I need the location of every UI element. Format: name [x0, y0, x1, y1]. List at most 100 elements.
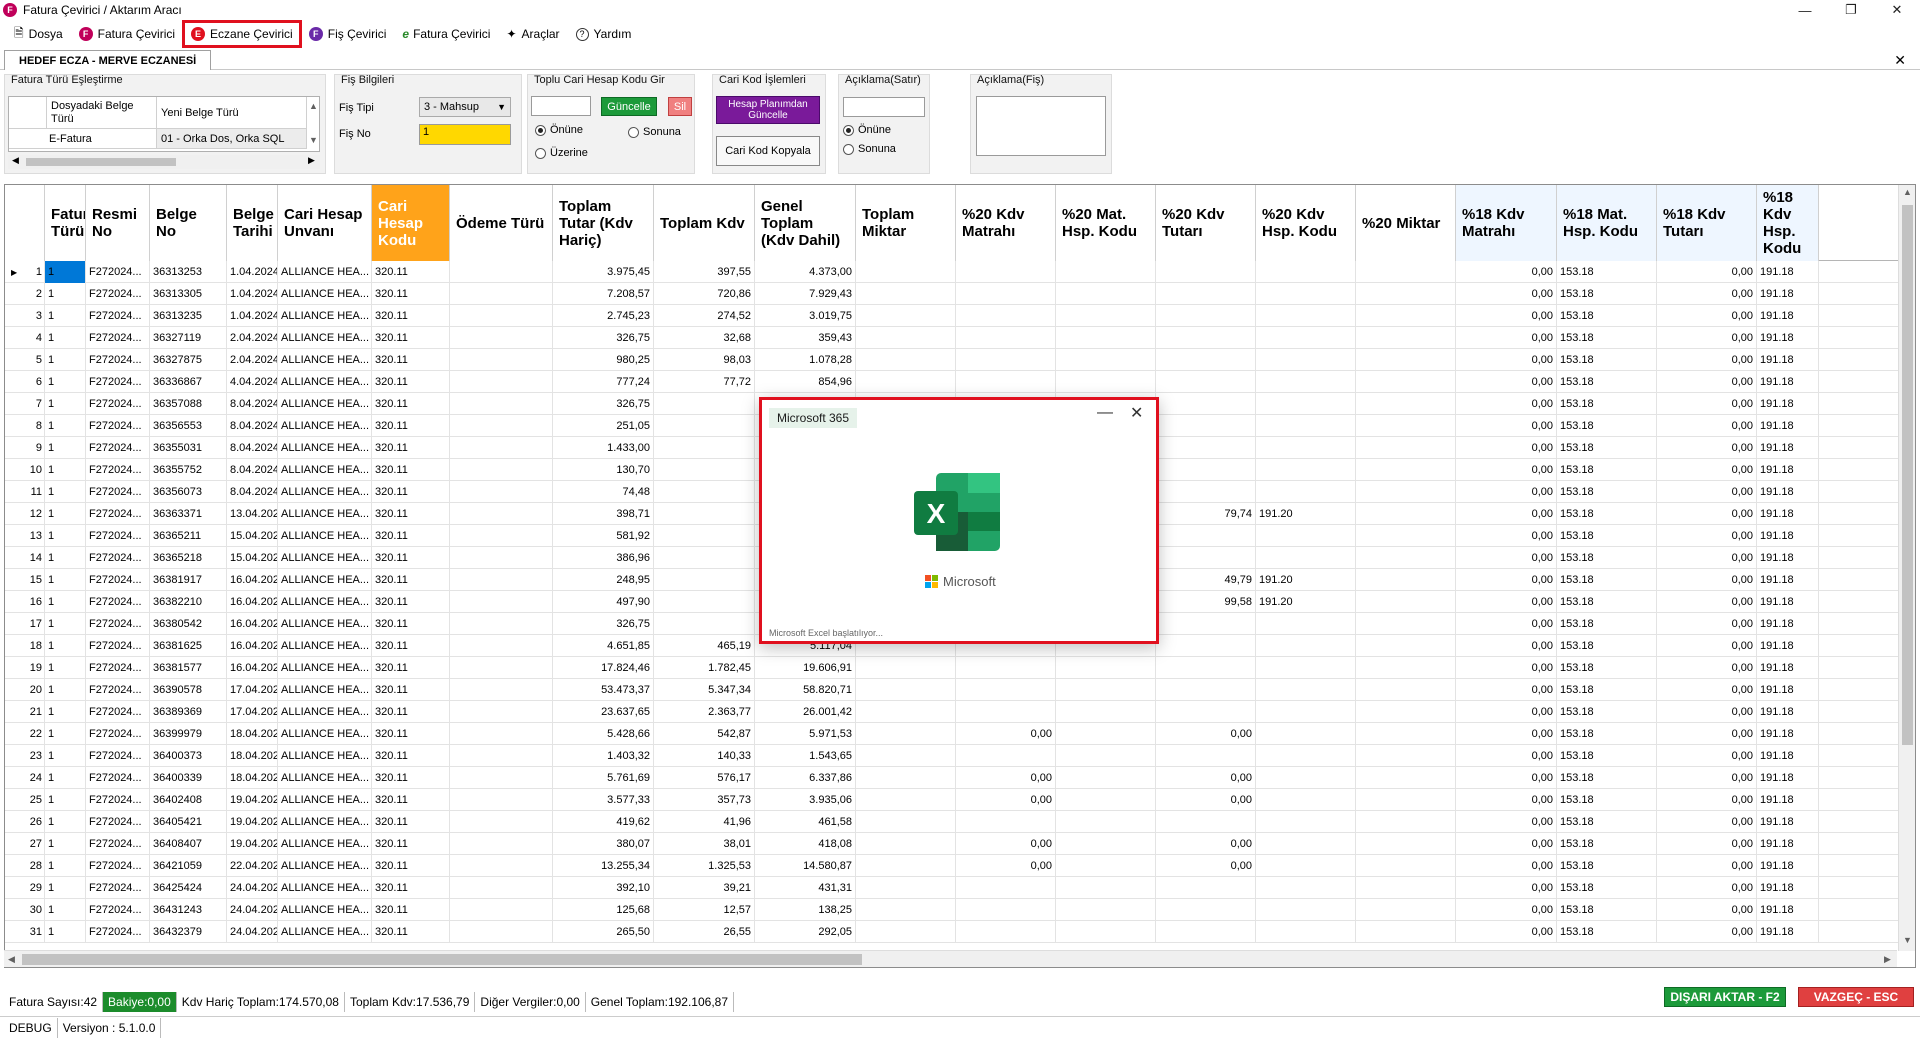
table-cell[interactable] [1356, 437, 1456, 459]
table-cell[interactable]: 191.20 [1256, 591, 1356, 613]
table-cell[interactable]: 980,25 [553, 349, 654, 371]
table-cell[interactable]: F272024... [86, 371, 150, 393]
table-cell[interactable] [856, 767, 956, 789]
table-cell[interactable] [1156, 745, 1256, 767]
table-cell[interactable]: 398,71 [553, 503, 654, 525]
table-cell[interactable]: ALLIANCE HEA... [278, 437, 372, 459]
table-cell[interactable] [1056, 679, 1156, 701]
table-cell[interactable] [654, 547, 755, 569]
table-cell[interactable]: 36405421 [150, 811, 227, 833]
table-cell[interactable] [1356, 547, 1456, 569]
table-cell[interactable] [1356, 261, 1456, 283]
table-cell[interactable] [1256, 283, 1356, 305]
menu-dosya[interactable]: 🗎 Dosya [8, 23, 69, 45]
table-cell[interactable]: F272024... [86, 437, 150, 459]
table-cell[interactable]: 22.04.2024 [227, 855, 278, 877]
table-cell[interactable]: ALLIANCE HEA... [278, 833, 372, 855]
table-cell[interactable]: F272024... [86, 591, 150, 613]
table-cell[interactable]: 1 [45, 613, 86, 635]
table-cell[interactable] [450, 349, 553, 371]
table-cell[interactable]: 320.11 [372, 613, 450, 635]
table-cell[interactable]: 320.11 [372, 921, 450, 943]
table-cell[interactable] [1356, 569, 1456, 591]
table-cell[interactable] [1356, 415, 1456, 437]
table-cell[interactable]: 138,25 [755, 899, 856, 921]
table-cell[interactable] [1156, 525, 1256, 547]
table-cell[interactable]: 326,75 [553, 327, 654, 349]
guncelle-button[interactable]: Güncelle [601, 97, 657, 116]
table-cell[interactable]: 0,00 [1456, 569, 1557, 591]
table-cell[interactable]: 2.363,77 [654, 701, 755, 723]
table-cell[interactable]: 19.04.2024 [227, 811, 278, 833]
table-cell[interactable] [856, 899, 956, 921]
table-cell[interactable]: 5.971,53 [755, 723, 856, 745]
table-cell[interactable] [1156, 635, 1256, 657]
table-cell[interactable]: 1 [45, 437, 86, 459]
table-cell[interactable]: 0,00 [1657, 327, 1757, 349]
table-cell[interactable]: 0,00 [1456, 679, 1557, 701]
table-cell[interactable]: 0,00 [1456, 745, 1557, 767]
table-cell[interactable]: 1 [45, 349, 86, 371]
scroll-down-icon[interactable]: ▼ [309, 135, 318, 145]
mini-grid-hscroll[interactable]: ◀ ▶ [8, 155, 320, 169]
table-cell[interactable]: 153.18 [1557, 921, 1657, 943]
table-cell[interactable]: 49,79 [1156, 569, 1256, 591]
table-cell[interactable] [1056, 855, 1156, 877]
table-cell[interactable]: 292,05 [755, 921, 856, 943]
table-cell[interactable]: 0,00 [1156, 833, 1256, 855]
table-cell[interactable]: 36425424 [150, 877, 227, 899]
table-cell[interactable]: 0,00 [1657, 811, 1757, 833]
table-cell[interactable]: 153.18 [1557, 613, 1657, 635]
table-cell[interactable]: 320.11 [372, 657, 450, 679]
fis-tipi-select[interactable]: 3 - Mahsup ▼ [419, 97, 511, 117]
table-cell[interactable]: 17.04.2024 [227, 701, 278, 723]
table-cell[interactable]: 0,00 [1456, 855, 1557, 877]
table-cell[interactable]: 26,55 [654, 921, 755, 943]
table-cell[interactable] [956, 283, 1056, 305]
table-cell[interactable]: 36402408 [150, 789, 227, 811]
table-cell[interactable] [1156, 811, 1256, 833]
table-cell[interactable]: 15.04.2024 [227, 547, 278, 569]
table-cell[interactable]: F272024... [86, 569, 150, 591]
table-cell[interactable]: 0,00 [1156, 855, 1256, 877]
table-cell[interactable] [1056, 899, 1156, 921]
table-cell[interactable]: 274,52 [654, 305, 755, 327]
table-cell[interactable]: 36389369 [150, 701, 227, 723]
table-cell[interactable]: 98,03 [654, 349, 755, 371]
table-cell[interactable]: ALLIANCE HEA... [278, 855, 372, 877]
table-cell[interactable] [1056, 327, 1156, 349]
table-cell[interactable]: 380,07 [553, 833, 654, 855]
table-cell[interactable]: 36365218 [150, 547, 227, 569]
table-cell[interactable]: 0,00 [1456, 723, 1557, 745]
column-header[interactable]: Genel Toplam (Kdv Dahil) [755, 185, 856, 261]
table-cell[interactable] [1356, 613, 1456, 635]
table-cell[interactable]: 153.18 [1557, 855, 1657, 877]
table-row[interactable]: 2 1 F272024... 36313305 1.04.2024 ALLIANCE HE… [5, 283, 1915, 305]
table-cell[interactable] [1256, 811, 1356, 833]
table-cell[interactable]: ALLIANCE HEA... [278, 547, 372, 569]
table-cell[interactable]: F272024... [86, 393, 150, 415]
table-cell[interactable]: 431,31 [755, 877, 856, 899]
table-cell[interactable]: 0,00 [1156, 789, 1256, 811]
table-cell[interactable] [1256, 525, 1356, 547]
table-cell[interactable]: 1 [45, 261, 86, 283]
aciklama-satir-input[interactable] [843, 97, 925, 117]
table-cell[interactable]: 5.761,69 [553, 767, 654, 789]
table-cell[interactable]: 0,00 [1657, 525, 1757, 547]
table-cell[interactable]: 36355031 [150, 437, 227, 459]
table-cell[interactable] [1256, 261, 1356, 283]
table-cell[interactable] [450, 833, 553, 855]
table-cell[interactable]: 153.18 [1557, 701, 1657, 723]
column-header[interactable]: Toplam Miktar [856, 185, 956, 261]
table-cell[interactable]: 0,00 [1657, 657, 1757, 679]
close-icon[interactable]: ✕ [1874, 0, 1920, 20]
table-cell[interactable]: ALLIANCE HEA... [278, 327, 372, 349]
table-cell[interactable] [956, 701, 1056, 723]
table-cell[interactable] [654, 481, 755, 503]
table-cell[interactable]: 320.11 [372, 393, 450, 415]
table-cell[interactable]: 16.04.2024 [227, 613, 278, 635]
table-cell[interactable]: 0,00 [1657, 591, 1757, 613]
table-cell[interactable]: 251,05 [553, 415, 654, 437]
column-header[interactable]: %18 Kdv Matrahı [1456, 185, 1557, 261]
table-cell[interactable]: 465,19 [654, 635, 755, 657]
